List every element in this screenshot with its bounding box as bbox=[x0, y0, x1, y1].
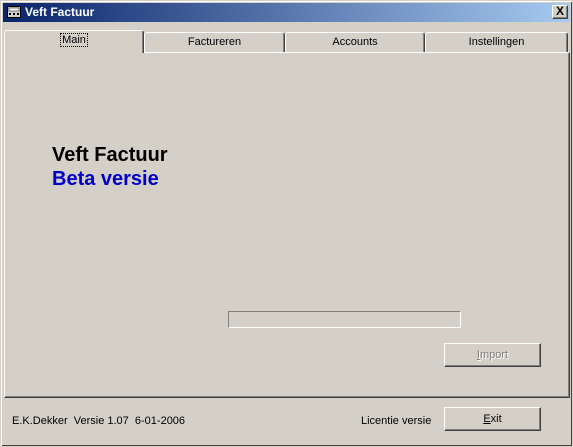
tab-instellingen-label: Instellingen bbox=[468, 36, 525, 48]
tab-accounts-label: Accounts bbox=[332, 36, 378, 48]
tab-factureren[interactable]: Factureren bbox=[144, 32, 285, 52]
calculator-icon[interactable] bbox=[7, 6, 21, 18]
tab-main[interactable]: Main bbox=[4, 30, 144, 53]
tab-strip: Main Factureren Accounts Instellingen bbox=[4, 30, 570, 53]
exit-button-accel: E bbox=[483, 413, 491, 425]
app-window: Veft Factuur X Main Factureren Accounts … bbox=[0, 0, 573, 447]
license-text: Licentie versie bbox=[361, 415, 432, 427]
exit-button[interactable]: Exit bbox=[444, 407, 541, 431]
author-version-text: E.K.Dekker Versie 1.07 6-01-2006 bbox=[12, 415, 186, 427]
exit-button-label: xit bbox=[490, 413, 502, 425]
close-button[interactable]: X bbox=[552, 5, 568, 19]
tab-factureren-label: Factureren bbox=[187, 36, 242, 48]
beta-version-label: Beta versie bbox=[52, 168, 159, 190]
tab-main-label: Main bbox=[60, 33, 88, 47]
import-button[interactable]: Import bbox=[444, 343, 541, 367]
import-button-label: mport bbox=[479, 349, 509, 361]
close-icon: X bbox=[555, 4, 564, 18]
tab-accounts[interactable]: Accounts bbox=[285, 32, 425, 52]
tab-instellingen[interactable]: Instellingen bbox=[425, 32, 568, 52]
title-bar[interactable]: Veft Factuur X bbox=[3, 3, 570, 22]
window-title: Veft Factuur bbox=[25, 5, 95, 19]
app-name-heading: Veft Factuur bbox=[52, 144, 168, 166]
import-progress-bar bbox=[228, 311, 461, 328]
